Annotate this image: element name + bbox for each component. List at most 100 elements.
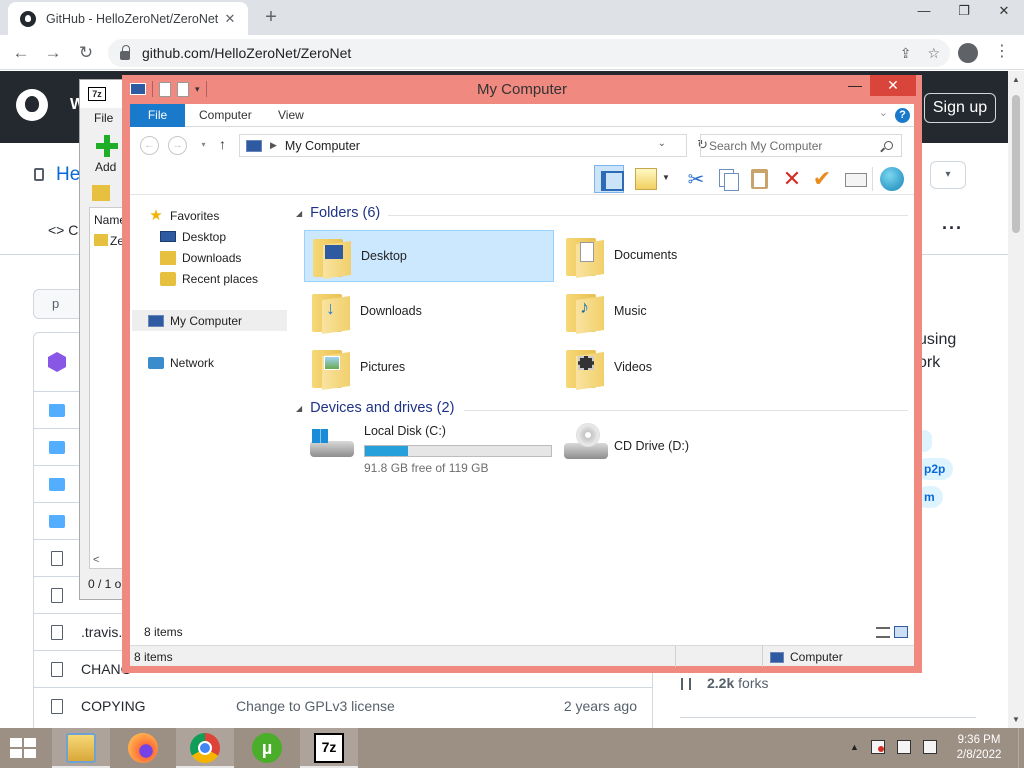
scroll-down-icon[interactable]: ▼ xyxy=(1012,715,1020,724)
nav-item-recent[interactable]: Recent places xyxy=(160,268,258,289)
group-header-devices[interactable]: ◢ Devices and drives (2) xyxy=(296,400,454,416)
folder-tile-desktop[interactable]: Desktop xyxy=(304,230,554,282)
share-icon[interactable]: ⇪ xyxy=(900,45,912,62)
add-button-label[interactable]: Add xyxy=(95,160,116,174)
folder-icon xyxy=(49,441,65,454)
tab-file[interactable]: File xyxy=(130,104,185,127)
add-icon[interactable] xyxy=(96,135,118,157)
globe-icon[interactable] xyxy=(880,167,904,191)
commit-message[interactable]: Change to GPLv3 license xyxy=(236,698,395,714)
new-tab-button[interactable]: + xyxy=(258,4,284,30)
search-icon[interactable] xyxy=(884,141,893,150)
divider xyxy=(762,646,763,667)
select-icon[interactable] xyxy=(842,167,868,191)
recent-locations-icon[interactable]: ▾ xyxy=(194,136,213,155)
breadcrumb[interactable]: My Computer xyxy=(285,139,360,153)
drive-tile-c[interactable]: Local Disk (C:) 91.8 GB free of 119 GB xyxy=(304,421,558,475)
forward-button[interactable]: → xyxy=(40,40,66,66)
rename-check-icon[interactable]: ✔ xyxy=(809,167,835,191)
page-scrollbar[interactable]: ▲ ▼ xyxy=(1008,71,1024,728)
table-row[interactable]: COPYING Change to GPLv3 license 2 years … xyxy=(33,687,653,724)
nav-item-downloads[interactable]: Downloads xyxy=(160,247,241,268)
properties-dropdown-icon[interactable]: ▼ xyxy=(662,173,670,182)
utorrent-icon: µ xyxy=(252,733,282,763)
scrollbar-thumb[interactable] xyxy=(1012,95,1020,233)
address-bar[interactable]: github.com/HelloZeroNet/ZeroNet ⇪ ☆ xyxy=(108,39,950,67)
minimize-button[interactable]: — xyxy=(840,75,870,96)
nav-item-desktop[interactable]: Desktop xyxy=(160,226,226,247)
delete-icon[interactable]: ✕ xyxy=(779,167,805,191)
start-button[interactable] xyxy=(10,738,38,760)
drive-tile-d[interactable]: CD Drive (D:) xyxy=(558,421,808,473)
taskbar-app-firefox[interactable] xyxy=(114,728,172,768)
up-icon[interactable]: ↑ xyxy=(219,136,226,152)
collapse-icon[interactable]: ◢ xyxy=(296,209,302,218)
github-logo-icon[interactable] xyxy=(16,89,48,121)
explorer-titlebar[interactable]: ▾ My Computer — ☐ ✕ xyxy=(122,75,922,104)
forward-icon[interactable]: → xyxy=(168,136,187,155)
close-button[interactable]: ✕ xyxy=(870,75,916,96)
scroll-left-icon[interactable]: < xyxy=(89,554,99,566)
collapse-icon[interactable]: ◢ xyxy=(296,404,302,413)
show-desktop-button[interactable] xyxy=(1018,728,1024,768)
nav-item-my-computer[interactable]: My Computer xyxy=(148,310,242,331)
search-input[interactable]: Search My Computer xyxy=(700,134,902,157)
folder-up-icon[interactable] xyxy=(92,185,110,201)
nav-item-favorites[interactable]: ★ Favorites xyxy=(148,205,219,226)
music-note-icon: ♪ xyxy=(580,297,589,317)
reload-button[interactable]: ↻ xyxy=(73,40,99,66)
network-tray-icon[interactable] xyxy=(896,740,911,754)
column-header-name[interactable]: Name xyxy=(94,213,123,227)
more-options-icon[interactable]: ··· xyxy=(942,218,963,239)
taskbar-app-7zip[interactable]: 7z xyxy=(300,728,358,768)
maximize-button[interactable]: ❐ xyxy=(944,0,984,24)
expand-ribbon-icon[interactable]: ⌄ xyxy=(879,106,888,119)
large-icons-view-icon[interactable] xyxy=(894,626,908,638)
taskbar-app-explorer[interactable] xyxy=(52,728,110,768)
address-field[interactable]: ▶ My Computer ⌄ ↻ xyxy=(239,134,708,157)
7zip-menu-file[interactable]: File xyxy=(80,108,123,130)
folder-tile-music[interactable]: ♪ Music xyxy=(558,286,808,338)
paste-icon[interactable] xyxy=(747,167,773,191)
breadcrumb-chevron-icon[interactable]: ▶ xyxy=(270,140,277,151)
details-view-icon[interactable] xyxy=(876,627,890,638)
address-dropdown-icon[interactable]: ⌄ xyxy=(658,138,666,149)
taskbar-app-chrome[interactable] xyxy=(176,728,234,768)
folder-tile-pictures[interactable]: Pictures xyxy=(304,342,554,394)
taskbar-app-utorrent[interactable]: µ xyxy=(238,728,296,768)
folder-tile-downloads[interactable]: ↓ Downloads xyxy=(304,286,554,338)
folder-tile-documents[interactable]: Documents xyxy=(558,230,808,282)
copy-icon[interactable] xyxy=(715,167,741,191)
browser-menu-icon[interactable]: ⋮ xyxy=(994,41,1010,61)
volume-muted-icon[interactable] xyxy=(922,740,937,754)
tab-computer[interactable]: Computer xyxy=(199,104,252,127)
tab-code[interactable]: <> C xyxy=(48,222,78,238)
properties-icon[interactable] xyxy=(635,168,657,190)
group-header-folders[interactable]: ◢ Folders (6) xyxy=(296,205,380,221)
tab-close-icon[interactable]: ✕ xyxy=(220,11,240,27)
tab-view[interactable]: View xyxy=(278,104,304,127)
cut-icon[interactable]: ✂ xyxy=(683,167,709,191)
bookmark-star-icon[interactable]: ☆ xyxy=(927,45,940,62)
close-button[interactable]: ✕ xyxy=(984,0,1024,24)
chevron-down-icon[interactable]: ▾ xyxy=(930,161,966,189)
show-hidden-icons-icon[interactable]: ▲ xyxy=(850,742,859,752)
system-clock[interactable]: 9:36 PM 2/8/2022 xyxy=(954,733,1004,763)
firefox-icon xyxy=(128,733,158,763)
help-icon[interactable]: ? xyxy=(895,108,910,123)
back-icon[interactable]: ← xyxy=(140,136,159,155)
minimize-button[interactable]: — xyxy=(904,0,944,24)
scroll-up-icon[interactable]: ▲ xyxy=(1012,75,1020,84)
sign-up-button[interactable]: Sign up xyxy=(924,93,996,123)
file-name[interactable]: COPYING xyxy=(81,698,146,714)
file-icon xyxy=(51,699,63,714)
action-center-flag-icon[interactable] xyxy=(870,740,885,754)
profile-avatar-icon[interactable] xyxy=(958,43,978,63)
repo-owner-link[interactable]: He xyxy=(56,164,80,186)
browser-tab-github[interactable]: GitHub - HelloZeroNet/ZeroNet ✕ xyxy=(8,2,248,35)
forks-count[interactable]: 2.2k forks xyxy=(707,675,768,691)
preview-pane-button[interactable] xyxy=(594,165,624,193)
back-button[interactable]: ← xyxy=(8,40,34,66)
nav-item-network[interactable]: Network xyxy=(148,352,214,373)
folder-tile-videos[interactable]: Videos xyxy=(558,342,808,394)
